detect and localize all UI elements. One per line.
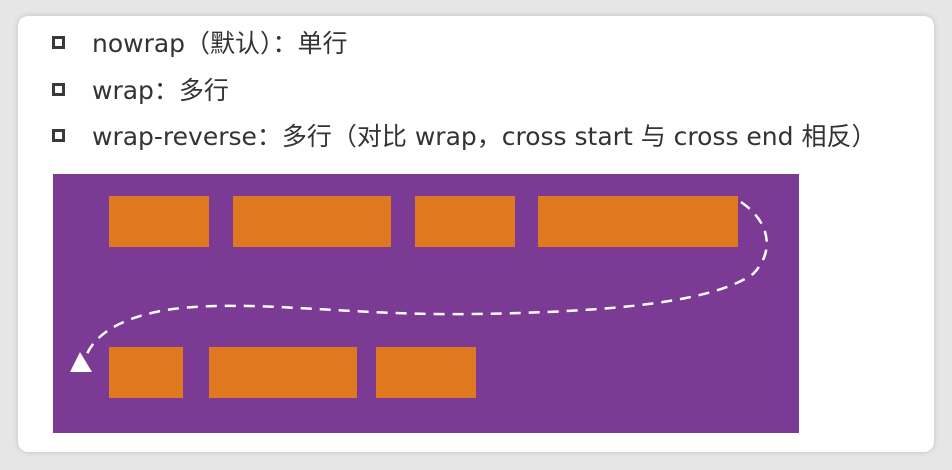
bullet-text: nowrap（默认）：单行	[92, 29, 348, 58]
bullet-item-wrap: wrap：多行	[52, 71, 229, 107]
square-bullet-icon	[52, 35, 65, 49]
bullet-item-wrap-reverse: wrap-reverse：多行（对比 wrap，cross start 与 cr…	[52, 117, 876, 153]
flex-wrap-bullet-list: nowrap（默认）：单行 wrap：多行 wrap-reverse：多行（对比…	[18, 16, 934, 166]
square-bullet-icon	[52, 128, 65, 142]
flex-container-diagram	[53, 174, 799, 433]
content-card: nowrap（默认）：单行 wrap：多行 wrap-reverse：多行（对比…	[18, 16, 934, 452]
bullet-text: wrap：多行	[92, 76, 229, 105]
bullet-item-nowrap: nowrap（默认）：单行	[52, 24, 348, 60]
dashed-path	[83, 200, 768, 360]
bullet-text: wrap-reverse：多行（对比 wrap，cross start 与 cr…	[92, 122, 877, 151]
arrowhead-icon	[70, 352, 92, 372]
wrap-direction-arrow	[70, 200, 768, 372]
square-bullet-icon	[52, 82, 65, 96]
